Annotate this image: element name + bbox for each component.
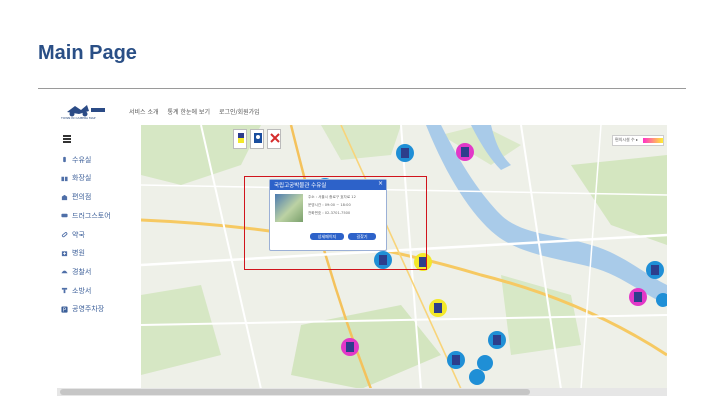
- police-icon: [61, 271, 68, 274]
- map-marker[interactable]: [477, 355, 493, 371]
- map-marker[interactable]: [341, 338, 359, 356]
- map-marker[interactable]: [656, 293, 667, 307]
- sidebar-item-restroom[interactable]: 화장실: [61, 174, 111, 184]
- map-marker[interactable]: [469, 369, 485, 385]
- sidebar-item-label: 수유실: [72, 155, 92, 164]
- sidebar-item-hospital[interactable]: 병원: [61, 248, 111, 258]
- highlight-box: [244, 176, 427, 270]
- menu-icon[interactable]: [63, 135, 71, 143]
- bottle-icon: [63, 157, 66, 163]
- sidebar-item-label: 공영주차장: [72, 305, 105, 314]
- nav-stats[interactable]: 통계 한눈에 보기: [168, 107, 210, 116]
- top-nav-bar: TOWN IN CAMERA MAP 서비스 소개 통계 한눈에 보기 로그인/…: [57, 99, 667, 125]
- slide-divider: [38, 88, 686, 89]
- svg-text:P: P: [63, 307, 66, 312]
- map-marker[interactable]: [396, 144, 414, 162]
- restroom-icon: [61, 176, 68, 182]
- sidebar-item-fire-station[interactable]: 소방서: [61, 286, 111, 296]
- category-list: 수유실 화장실 편의점 드러그스토어 약국 병원 경찰서 소방서 P 공영주차장: [61, 155, 111, 323]
- sidebar-item-label: 편의점: [72, 193, 92, 202]
- logo-text: TOWN IN CAMERA MAP: [61, 116, 96, 120]
- sidebar-item-label: 화장실: [72, 174, 92, 183]
- sidebar-item-convenience-store[interactable]: 편의점: [61, 192, 111, 202]
- sidebar-item-label: 약국: [72, 230, 85, 239]
- sidebar-item-pharmacy[interactable]: 약국: [61, 230, 111, 240]
- map-marker[interactable]: [646, 261, 664, 279]
- sidebar-item-drugstore[interactable]: 드러그스토어: [61, 211, 111, 221]
- main-nav: 서비스 소개 통계 한눈에 보기 로그인/회원가입: [129, 107, 260, 116]
- slide-title: Main Page: [38, 42, 137, 64]
- map-marker[interactable]: [488, 331, 506, 349]
- nav-service-intro[interactable]: 서비스 소개: [129, 107, 159, 116]
- pill-icon: [61, 232, 68, 238]
- hospital-icon: [61, 251, 68, 256]
- sidebar-item-police[interactable]: 경찰서: [61, 267, 111, 277]
- scrollbar-thumb[interactable]: [60, 389, 530, 395]
- sidebar-item-nursing-room[interactable]: 수유실: [61, 155, 111, 165]
- horizontal-scrollbar[interactable]: [57, 388, 667, 396]
- sidebar-item-label: 드러그스토어: [72, 211, 111, 220]
- map-marker[interactable]: [629, 288, 647, 306]
- drugstore-icon: [61, 214, 68, 218]
- sidebar-item-label: 소방서: [72, 286, 92, 295]
- sidebar: 수유실 화장실 편의점 드러그스토어 약국 병원 경찰서 소방서 P 공영주차장: [57, 125, 141, 396]
- map-marker[interactable]: [456, 143, 474, 161]
- sidebar-item-parking[interactable]: P 공영주차장: [61, 305, 111, 315]
- map-marker[interactable]: [429, 299, 447, 317]
- sidebar-item-label: 병원: [72, 249, 85, 258]
- sidebar-item-label: 경찰서: [72, 267, 92, 276]
- map-marker[interactable]: [447, 351, 465, 369]
- fire-station-icon: [61, 287, 68, 294]
- store-icon: [61, 194, 68, 200]
- parking-icon: P: [61, 306, 68, 313]
- nav-login-signup[interactable]: 로그인/회원가입: [219, 107, 260, 116]
